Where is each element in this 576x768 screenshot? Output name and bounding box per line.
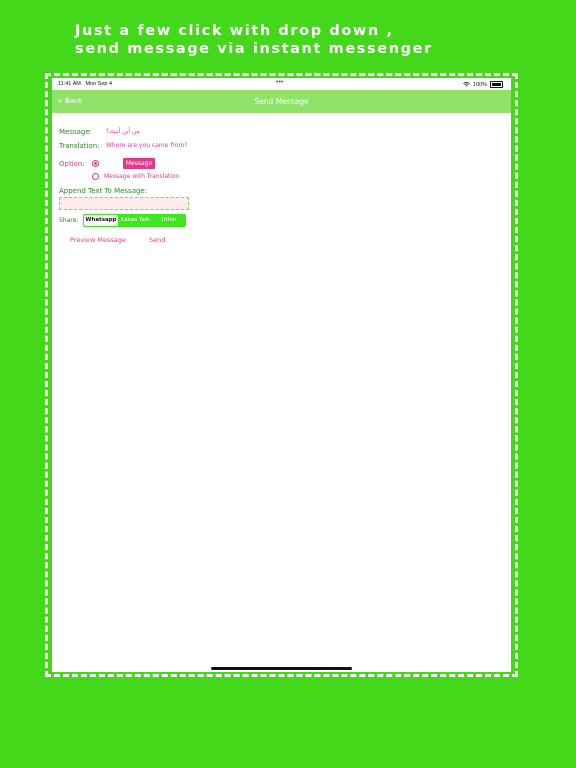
option-label: Option: bbox=[59, 160, 85, 168]
share-option-other[interactable]: Other bbox=[152, 215, 186, 226]
message-label: Message: bbox=[59, 128, 93, 136]
battery-icon bbox=[490, 81, 503, 88]
promo-headline-line-2: send message via instant messenger bbox=[75, 41, 433, 57]
send-button[interactable]: Send bbox=[149, 236, 165, 244]
option-translation-label[interactable]: Message with Translation bbox=[104, 173, 180, 180]
device-screen: 11:41 AM Mon Sep 4 ••• 100% < Back Send … bbox=[52, 78, 511, 672]
status-bar: 11:41 AM Mon Sep 4 ••• 100% bbox=[52, 78, 511, 90]
message-value[interactable]: مِن أين أتيتَ؟ bbox=[106, 128, 140, 135]
append-text-input[interactable] bbox=[59, 197, 189, 210]
share-label: Share: bbox=[59, 217, 79, 224]
radio-message-with-translation[interactable] bbox=[92, 173, 99, 180]
wifi-icon bbox=[463, 82, 470, 87]
promo-headline: Just a few click with drop down , send m… bbox=[75, 22, 555, 58]
translation-value: Where are you came from? bbox=[106, 142, 188, 149]
option-message-button[interactable]: Message bbox=[123, 158, 155, 169]
promo-headline-line-1: Just a few click with drop down , bbox=[75, 23, 394, 39]
share-option-whatsapp[interactable]: Whatsapp bbox=[84, 215, 118, 226]
page-title: Send Message bbox=[254, 97, 309, 106]
share-option-kakao-talk[interactable]: Kakao Talk bbox=[118, 215, 152, 226]
battery-percent: 100% bbox=[472, 81, 487, 88]
share-segmented-control: Whatsapp Kakao Talk Other bbox=[83, 214, 186, 227]
multitasking-dots-icon[interactable]: ••• bbox=[276, 79, 283, 86]
translation-label: Translation: bbox=[59, 142, 100, 150]
home-indicator[interactable] bbox=[211, 667, 352, 670]
preview-message-button[interactable]: Preview Message bbox=[70, 236, 126, 244]
navigation-bar: < Back Send Message bbox=[52, 90, 511, 113]
radio-message[interactable] bbox=[92, 160, 99, 167]
append-label: Append Text To Message: bbox=[59, 187, 148, 195]
status-time: 11:41 AM Mon Sep 4 bbox=[58, 81, 113, 87]
status-right: 100% bbox=[463, 81, 503, 88]
